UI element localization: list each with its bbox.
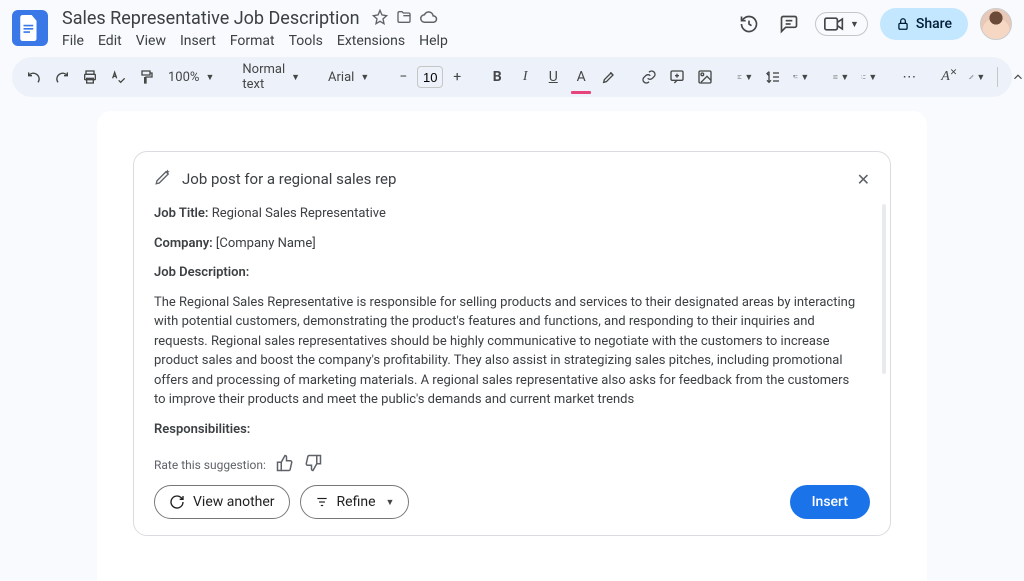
star-icon[interactable] bbox=[372, 9, 388, 29]
font-size-input[interactable] bbox=[417, 66, 443, 88]
menu-edit[interactable]: Edit bbox=[98, 33, 122, 49]
rate-label: Rate this suggestion: bbox=[154, 458, 266, 472]
menu-extensions[interactable]: Extensions bbox=[337, 33, 405, 49]
refine-button[interactable]: Refine ▼ bbox=[300, 485, 410, 519]
line-spacing-icon[interactable] bbox=[761, 63, 785, 91]
font-select[interactable]: Arial▼ bbox=[322, 70, 375, 85]
thumbs-up-icon[interactable] bbox=[276, 454, 294, 475]
print-icon[interactable] bbox=[78, 63, 102, 91]
zoom-select[interactable]: 100%▼ bbox=[162, 70, 220, 85]
more-icon[interactable]: ⋯ bbox=[897, 63, 921, 91]
italic-icon[interactable]: I bbox=[513, 63, 537, 91]
spellcheck-icon[interactable] bbox=[106, 63, 130, 91]
image-icon[interactable] bbox=[693, 63, 717, 91]
share-button[interactable]: Share bbox=[880, 8, 968, 40]
menu-format[interactable]: Format bbox=[230, 33, 275, 49]
checklist-icon[interactable]: ▼ bbox=[789, 63, 813, 91]
font-increase[interactable]: + bbox=[445, 63, 469, 91]
highlight-icon[interactable] bbox=[597, 63, 621, 91]
bullet-list-icon[interactable]: ▼ bbox=[829, 63, 853, 91]
close-icon[interactable]: ✕ bbox=[857, 170, 870, 189]
meet-button[interactable]: ▼ bbox=[815, 12, 868, 36]
menu-view[interactable]: View bbox=[136, 33, 166, 49]
style-select[interactable]: Normal text▼ bbox=[236, 62, 306, 92]
suggestion-body: Job Title: Regional Sales Representative… bbox=[154, 204, 870, 444]
font-decrease[interactable]: − bbox=[391, 63, 415, 91]
menu-insert[interactable]: Insert bbox=[180, 33, 216, 49]
history-icon[interactable] bbox=[735, 10, 763, 38]
cloud-icon[interactable] bbox=[420, 10, 438, 28]
paint-format-icon[interactable] bbox=[134, 63, 158, 91]
bold-icon[interactable]: B bbox=[485, 63, 509, 91]
avatar[interactable] bbox=[980, 8, 1012, 40]
docs-logo[interactable] bbox=[12, 10, 48, 46]
comment-icon[interactable] bbox=[775, 10, 803, 38]
suggestion-title: Job post for a regional sales rep bbox=[182, 170, 396, 188]
document-page: Job post for a regional sales rep ✕ Job … bbox=[97, 111, 927, 581]
collapse-toolbar-icon[interactable] bbox=[1006, 63, 1024, 91]
move-icon[interactable] bbox=[396, 9, 412, 29]
menu-file[interactable]: File bbox=[62, 33, 84, 49]
editing-mode-icon[interactable]: ▼ bbox=[965, 63, 989, 91]
text-color-icon[interactable]: A bbox=[569, 63, 593, 91]
insert-button[interactable]: Insert bbox=[790, 485, 870, 519]
pencil-sparkle-icon bbox=[154, 168, 172, 190]
undo-icon[interactable] bbox=[22, 63, 46, 91]
numbered-list-icon[interactable]: 12▼ bbox=[857, 63, 881, 91]
clear-format-icon[interactable]: A✕ bbox=[937, 63, 961, 91]
menu-help[interactable]: Help bbox=[419, 33, 448, 49]
svg-text:1: 1 bbox=[862, 75, 863, 77]
link-icon[interactable] bbox=[637, 63, 661, 91]
ai-suggestion-card: Job post for a regional sales rep ✕ Job … bbox=[133, 151, 891, 536]
thumbs-down-icon[interactable] bbox=[304, 454, 322, 475]
align-icon[interactable]: ▼ bbox=[733, 63, 757, 91]
toolbar: 100%▼ Normal text▼ Arial▼ − + B I U A ▼ … bbox=[12, 57, 1012, 97]
underline-icon[interactable]: U bbox=[541, 63, 565, 91]
menu-tools[interactable]: Tools bbox=[289, 33, 323, 49]
scrollbar[interactable] bbox=[882, 204, 886, 374]
menu-bar: File Edit View Insert Format Tools Exten… bbox=[58, 31, 735, 51]
doc-title[interactable]: Sales Representative Job Description bbox=[58, 6, 364, 31]
svg-text:2: 2 bbox=[862, 78, 863, 80]
share-label: Share bbox=[916, 16, 952, 32]
view-another-button[interactable]: View another bbox=[154, 485, 290, 519]
redo-icon[interactable] bbox=[50, 63, 74, 91]
add-comment-icon[interactable] bbox=[665, 63, 689, 91]
